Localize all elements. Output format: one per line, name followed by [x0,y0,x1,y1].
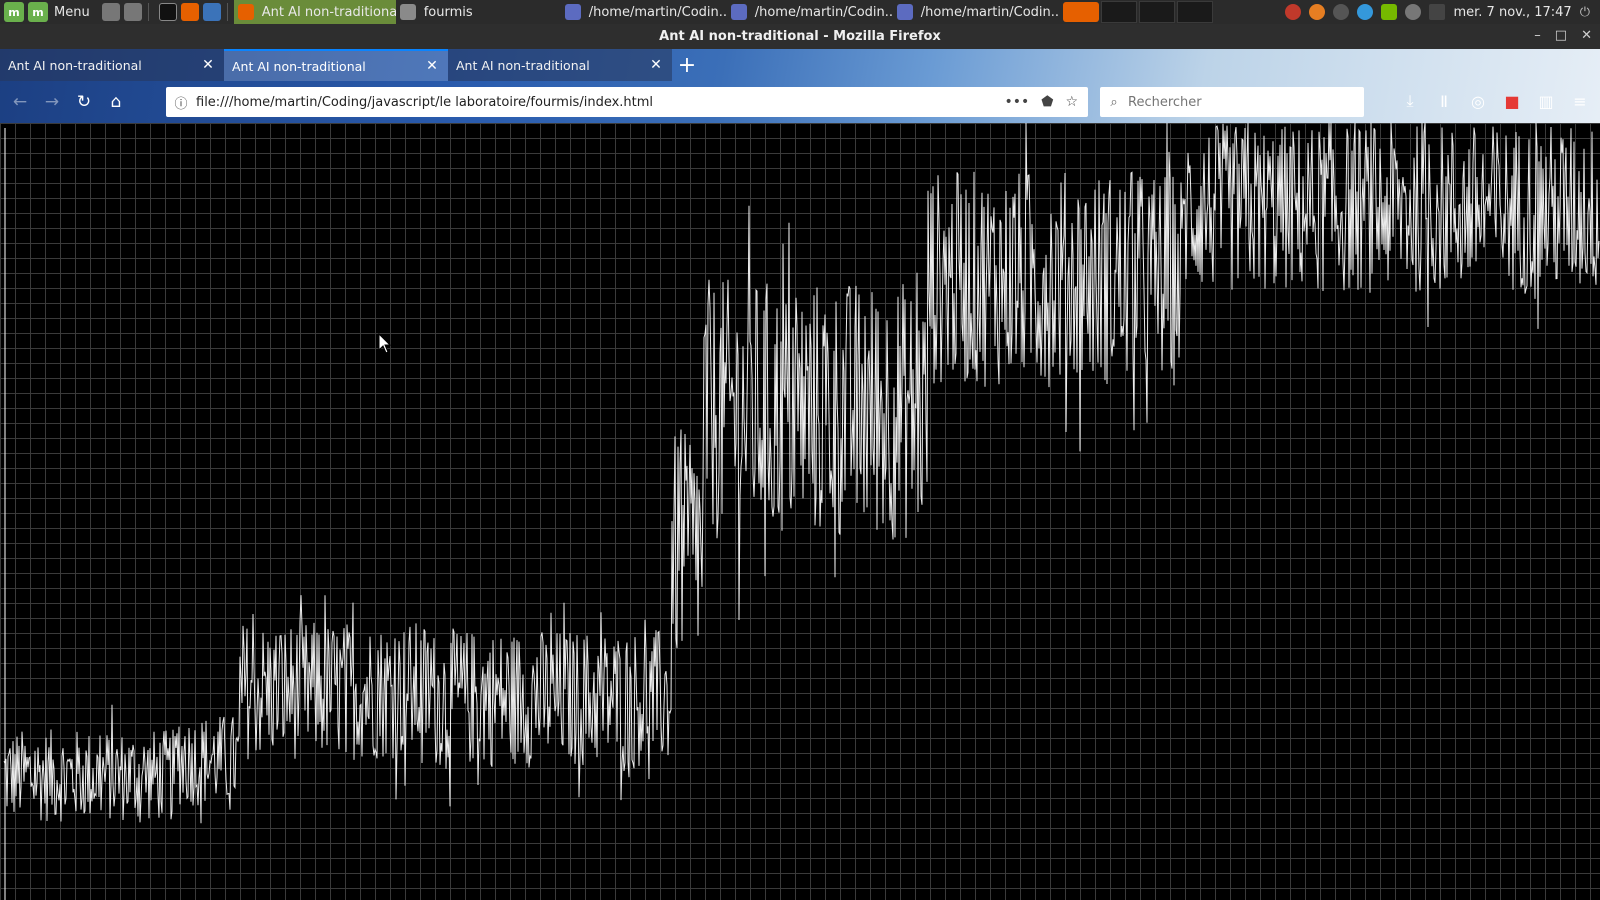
new-tab-button[interactable]: + [672,49,702,81]
workspace-4[interactable] [1176,1,1213,23]
mouse-cursor-icon [378,333,392,354]
taskbar-window-editor-1[interactable]: /home/martin/Codin... [561,0,727,24]
download-icon[interactable]: ⤓ [1396,87,1424,115]
taskbar-window-firefox[interactable]: Ant AI non-traditiona... [233,0,396,24]
mint-logo-icon[interactable]: m [4,2,24,22]
tab-label: Ant AI non-traditional [456,57,590,73]
system-tray: mer. 7 nov., 17:47 ⏻ [1285,4,1600,20]
window-titlebar: Ant AI non-traditional - Mozilla Firefox… [0,24,1600,49]
search-bar[interactable]: ⌕ [1100,87,1364,117]
tab-2-selected[interactable]: Ant AI non-traditional ✕ [224,49,448,81]
taskbar-window-label: /home/martin/Codin... [920,4,1059,20]
taskbar-window-label: Ant AI non-traditiona... [261,4,396,20]
url-text[interactable]: file:///home/martin/Coding/javascript/le… [196,95,1004,110]
bluetooth-icon[interactable] [1357,4,1374,20]
star-icon[interactable]: ☆ [1065,94,1078,110]
video-extension-icon[interactable]: ■ [1498,87,1526,115]
mint-menu-icon[interactable]: m [28,2,48,22]
files-launcher-icon[interactable] [202,3,221,21]
network-launcher-icon-2[interactable] [123,3,142,21]
info-icon[interactable]: ⓘ [166,93,196,112]
taskbar-separator [147,3,149,21]
sidebar-icon[interactable]: ▥ [1532,87,1560,115]
workspace-3[interactable] [1138,1,1175,23]
workspace-1-icon[interactable] [1062,2,1099,22]
minimize-icon[interactable]: – [1534,28,1541,43]
taskbar-window-label: /home/martin/Codin... [588,4,727,20]
home-icon[interactable]: ⌂ [100,86,132,118]
tab-1[interactable]: Ant AI non-traditional ✕ [0,49,224,81]
back-arrow-icon[interactable]: ← [4,86,36,118]
signal-plot [0,123,1600,900]
taskbar-window-label: fourmis [423,4,473,20]
reload-icon[interactable]: ↻ [68,86,100,118]
nvidia-icon[interactable] [1381,4,1398,20]
volume-icon[interactable] [1405,4,1422,20]
clock[interactable]: mer. 7 nov., 17:47 [1453,5,1571,20]
network-icon[interactable] [1333,4,1350,20]
nav-toolbar: ← → ↻ ⌂ ⓘ file:///home/martin/Coding/jav… [0,81,1600,123]
search-input[interactable] [1128,94,1348,110]
tab-strip: Ant AI non-traditional ✕ Ant AI non-trad… [0,49,1600,81]
workspace-2[interactable] [1100,1,1137,23]
tab-3[interactable]: Ant AI non-traditional ✕ [448,49,672,81]
hamburger-menu-icon[interactable]: ≡ [1566,87,1594,115]
library-icon[interactable]: Ⅱ [1430,87,1458,115]
taskbar-window-fourmis[interactable]: fourmis [396,0,561,24]
taskbar-menu-label[interactable]: Menu [54,5,90,20]
tab-close-icon[interactable]: ✕ [424,58,440,74]
firefox-icon [237,4,254,20]
firefox-launcher-icon[interactable] [180,3,199,21]
grid-lines [0,123,1600,900]
night-light-icon[interactable] [1309,4,1326,20]
url-bar[interactable]: ⓘ file:///home/martin/Coding/javascript/… [166,87,1088,117]
os-taskbar: m m Menu Ant AI non-traditiona... fourmi… [0,0,1600,24]
page-canvas[interactable] [0,123,1600,900]
pocket-icon[interactable]: ⬟ [1041,94,1053,110]
tab-label: Ant AI non-traditional [232,58,366,74]
close-icon[interactable]: ✕ [1581,28,1592,43]
privacy-extension-icon[interactable]: ◎ [1464,87,1492,115]
taskbar-separator [226,3,228,21]
editor-icon [730,4,747,20]
more-dots-icon[interactable]: ••• [1004,94,1029,110]
taskbar-window-editor-2[interactable]: /home/martin/Codin... [727,0,893,24]
folder-icon [399,4,416,20]
window-title: Ant AI non-traditional - Mozilla Firefox [659,29,941,44]
battery-icon[interactable] [1429,4,1446,20]
forward-arrow-icon[interactable]: → [36,86,68,118]
editor-icon [564,4,581,20]
tab-close-icon[interactable]: ✕ [648,57,664,73]
tab-close-icon[interactable]: ✕ [200,57,216,73]
editor-icon [896,4,913,20]
network-launcher-icon[interactable] [101,3,120,21]
tab-label: Ant AI non-traditional [8,57,142,73]
shield-icon[interactable] [1285,4,1302,20]
power-icon[interactable]: ⏻ [1580,5,1590,20]
maximize-icon[interactable]: □ [1555,28,1567,43]
search-icon: ⌕ [1110,94,1118,110]
taskbar-window-label: /home/martin/Codin... [754,4,893,20]
taskbar-window-editor-3[interactable]: /home/martin/Codin... [893,0,1059,24]
terminal-launcher-icon[interactable] [158,3,177,21]
